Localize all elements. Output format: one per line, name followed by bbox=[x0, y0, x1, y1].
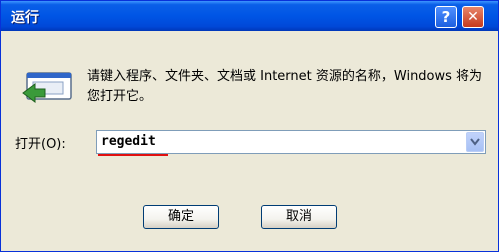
dialog-description: 请键入程序、文件夹、文档或 Internet 资源的名称，Windows 将为您… bbox=[87, 69, 483, 104]
window-title: 运行 bbox=[11, 10, 39, 26]
dropdown-button[interactable] bbox=[466, 132, 484, 152]
open-combobox[interactable]: regedit bbox=[96, 130, 486, 154]
open-input[interactable]: regedit bbox=[101, 134, 156, 149]
close-button[interactable]: ✕ bbox=[462, 6, 484, 28]
open-label: 打开(O): bbox=[15, 137, 66, 152]
red-underline bbox=[98, 154, 168, 156]
title-bar[interactable]: 运行 ? ✕ bbox=[1, 1, 498, 31]
chevron-down-icon bbox=[470, 138, 480, 146]
cancel-button[interactable]: 取消 bbox=[261, 205, 337, 229]
ok-button[interactable]: 确定 bbox=[143, 205, 219, 229]
run-icon bbox=[22, 72, 72, 103]
help-button[interactable]: ? bbox=[435, 6, 457, 28]
run-dialog: 运行 ? ✕ 请键入程序、文件夹、文档或 Internet 资源的名称，Wind… bbox=[0, 0, 499, 252]
